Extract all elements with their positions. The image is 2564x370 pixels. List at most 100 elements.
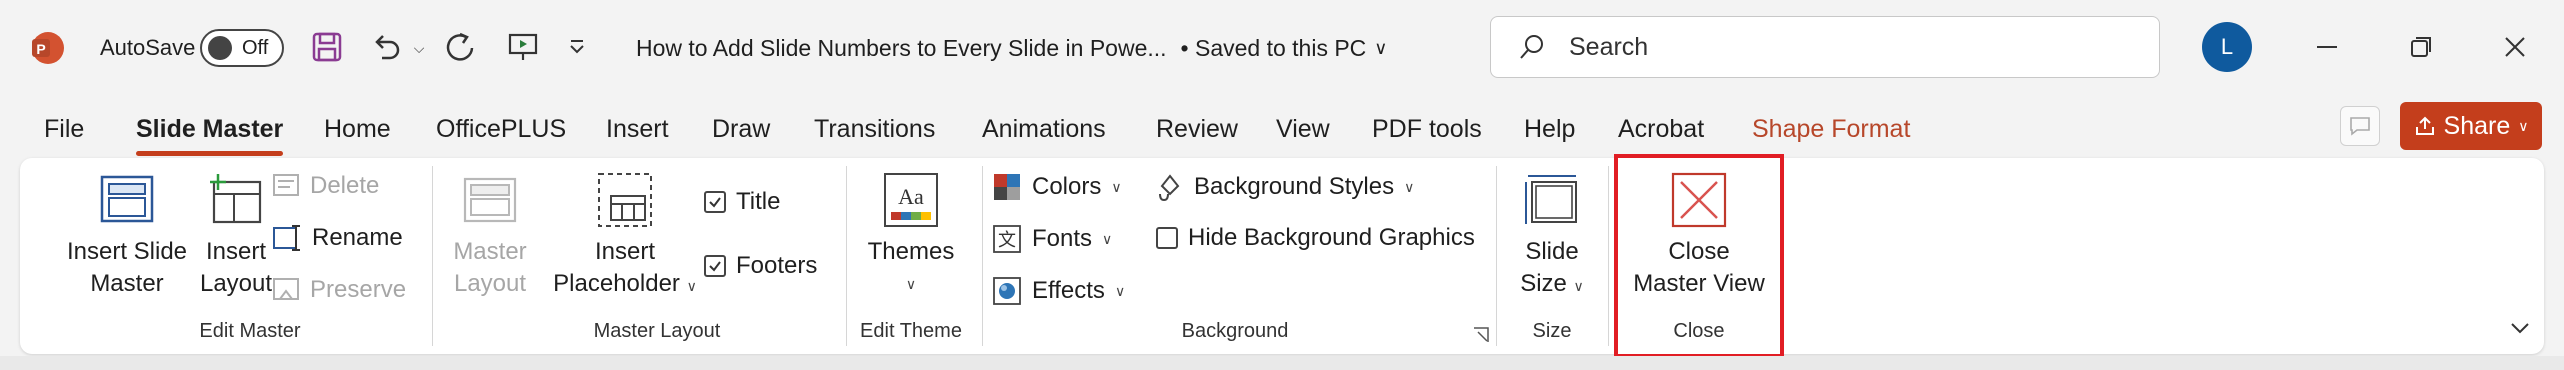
tab-pdf-tools[interactable]: PDF tools bbox=[1372, 104, 1482, 154]
ribbon-tabs: File Slide Master Home OfficePLUS Insert… bbox=[0, 104, 2564, 156]
toggle-knob bbox=[208, 36, 232, 60]
background-styles-button[interactable]: Background Styles ∨ bbox=[1156, 172, 1414, 202]
tab-home[interactable]: Home bbox=[324, 104, 391, 154]
tab-help[interactable]: Help bbox=[1524, 104, 1575, 154]
background-dialog-launcher-icon[interactable] bbox=[1472, 326, 1490, 344]
checkmark-icon bbox=[709, 197, 721, 208]
slide-size-label-2: Size ∨ bbox=[1520, 268, 1584, 302]
insert-placeholder-label-2: Placeholder ∨ bbox=[553, 268, 697, 302]
tab-file[interactable]: File bbox=[44, 104, 84, 154]
restore-icon[interactable] bbox=[2396, 22, 2446, 72]
separator bbox=[432, 166, 433, 346]
comment-icon bbox=[2350, 117, 2370, 136]
ribbon-expand-chevron-icon[interactable] bbox=[2508, 318, 2532, 338]
search-placeholder: Search bbox=[1569, 32, 1649, 61]
master-layout-button[interactable]: Master Layout bbox=[440, 170, 540, 300]
themes-button[interactable]: Aa Themes ∨ bbox=[856, 170, 966, 300]
master-layout-icon bbox=[460, 170, 520, 230]
undo-icon[interactable] bbox=[366, 26, 408, 68]
undo-dropdown-chevron-icon[interactable]: ⌵ bbox=[408, 34, 430, 62]
document-name: How to Add Slide Numbers to Every Slide … bbox=[636, 34, 1167, 61]
chevron-down-icon: ∨ bbox=[1404, 178, 1415, 195]
tab-slide-master[interactable]: Slide Master bbox=[136, 104, 284, 156]
fonts-button[interactable]: 文 Fonts ∨ bbox=[992, 224, 1112, 254]
search-box[interactable]: Search bbox=[1490, 16, 2160, 78]
bottom-strip bbox=[0, 356, 2564, 370]
slide-size-label-1: Slide bbox=[1525, 238, 1579, 265]
checkmark-icon bbox=[709, 261, 721, 272]
redo-icon[interactable] bbox=[440, 26, 482, 68]
tab-acrobat[interactable]: Acrobat bbox=[1618, 104, 1704, 154]
autosave-toggle[interactable]: Off bbox=[200, 29, 284, 67]
slide-size-icon bbox=[1522, 170, 1582, 230]
chevron-down-icon: ∨ bbox=[2518, 117, 2529, 134]
tab-animations[interactable]: Animations bbox=[982, 104, 1106, 154]
edit-theme-group-label: Edit Theme bbox=[860, 320, 962, 342]
chevron-down-icon: ∨ bbox=[1374, 37, 1388, 58]
insert-placeholder-icon bbox=[595, 170, 655, 230]
themes-label: Themes bbox=[867, 238, 955, 265]
rename-icon bbox=[273, 225, 300, 251]
hide-bg-checkbox-box bbox=[1156, 227, 1178, 249]
rename-label: Rename bbox=[312, 224, 403, 251]
start-presentation-icon[interactable] bbox=[502, 26, 544, 68]
share-label: Share bbox=[2443, 111, 2511, 140]
svg-text:Aa: Aa bbox=[898, 184, 924, 209]
tab-insert[interactable]: Insert bbox=[606, 104, 669, 154]
colors-button[interactable]: Colors ∨ bbox=[992, 172, 1122, 202]
chevron-down-icon: ∨ bbox=[905, 276, 917, 292]
comments-button[interactable] bbox=[2340, 106, 2380, 146]
tab-shape-format[interactable]: Shape Format bbox=[1752, 104, 1910, 154]
tab-view[interactable]: View bbox=[1276, 104, 1330, 154]
slide-size-button[interactable]: Slide Size ∨ bbox=[1512, 170, 1592, 302]
delete-button[interactable]: Delete bbox=[272, 172, 379, 200]
title-checkbox-label: Title bbox=[736, 188, 781, 215]
insert-layout-label-1: Insert bbox=[205, 238, 267, 265]
master-layout-label-2: Layout bbox=[453, 270, 527, 297]
tab-officeplus[interactable]: OfficePLUS bbox=[436, 104, 566, 154]
minimize-icon[interactable] bbox=[2302, 22, 2352, 72]
effects-label: Effects bbox=[1032, 277, 1105, 304]
ribbon: Insert Slide Master Insert Layout Delete… bbox=[20, 158, 2544, 354]
effects-button[interactable]: Effects ∨ bbox=[992, 276, 1125, 306]
preserve-icon bbox=[273, 278, 299, 300]
background-group-label: Background bbox=[1181, 320, 1289, 342]
chevron-down-icon: ∨ bbox=[1111, 178, 1122, 195]
tab-transitions[interactable]: Transitions bbox=[814, 104, 935, 154]
autosave-label: AutoSave bbox=[100, 35, 196, 60]
tab-draw[interactable]: Draw bbox=[712, 104, 770, 154]
close-window-icon[interactable] bbox=[2490, 22, 2540, 72]
size-group-label: Size bbox=[1532, 320, 1572, 342]
separator bbox=[1496, 166, 1497, 346]
insert-layout-label-2: Layout bbox=[199, 270, 273, 297]
background-styles-icon bbox=[1159, 174, 1180, 202]
tab-review[interactable]: Review bbox=[1156, 104, 1238, 154]
customize-qat-icon[interactable] bbox=[562, 32, 592, 62]
themes-icon: Aa bbox=[881, 170, 941, 230]
hide-bg-label: Hide Background Graphics bbox=[1188, 224, 1475, 251]
save-icon[interactable] bbox=[308, 28, 346, 66]
svg-text:文: 文 bbox=[998, 230, 1016, 251]
hide-background-graphics-checkbox[interactable]: Hide Background Graphics bbox=[1156, 224, 1475, 252]
insert-slide-master-label-1: Insert Slide bbox=[66, 238, 188, 265]
preserve-button[interactable]: Preserve bbox=[272, 276, 406, 304]
chevron-down-icon: ∨ bbox=[686, 278, 697, 294]
powerpoint-app-icon[interactable]: P bbox=[30, 30, 66, 66]
close-master-view-highlight bbox=[1614, 154, 1784, 358]
title-checkbox[interactable]: Title bbox=[704, 188, 780, 216]
avatar[interactable]: L bbox=[2202, 22, 2252, 72]
insert-layout-button[interactable]: Insert Layout bbox=[186, 170, 286, 300]
search-icon bbox=[1520, 35, 1543, 59]
share-icon bbox=[2415, 116, 2434, 135]
svg-text:P: P bbox=[36, 41, 45, 57]
insert-layout-icon bbox=[206, 170, 266, 230]
footers-checkbox[interactable]: Footers bbox=[704, 252, 817, 280]
insert-placeholder-text: Placeholder bbox=[553, 270, 680, 297]
insert-placeholder-button[interactable]: Insert Placeholder ∨ bbox=[550, 170, 700, 302]
footers-checkbox-label: Footers bbox=[736, 252, 818, 279]
rename-button[interactable]: Rename bbox=[272, 224, 403, 252]
footers-checkbox-box bbox=[704, 255, 726, 277]
share-button[interactable]: Share ∨ bbox=[2400, 102, 2542, 150]
fonts-label: Fonts bbox=[1032, 225, 1093, 252]
document-title[interactable]: How to Add Slide Numbers to Every Slide … bbox=[636, 30, 1387, 66]
